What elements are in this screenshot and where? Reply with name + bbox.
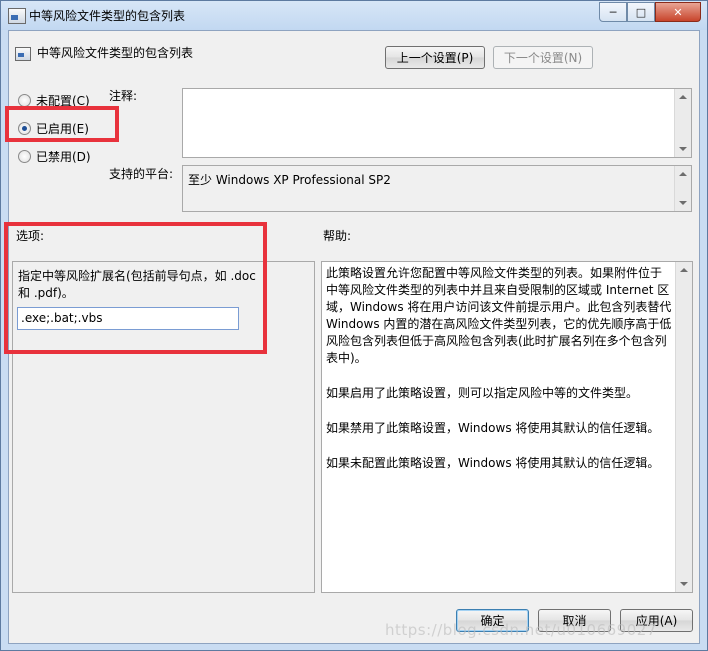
help-paragraph: 此策略设置允许您配置中等风险文件类型的列表。如果附件位于中等风险文件类型的列表中… xyxy=(326,266,672,365)
options-label: 选项: xyxy=(16,229,45,243)
dialog-body: 中等风险文件类型的包含列表 上一个设置(P) 下一个设置(N) 未配置(C) 已… xyxy=(8,30,700,644)
help-paragraph: 如果禁用了此策略设置，Windows 将使用其默认的信任逻辑。 xyxy=(326,421,660,435)
radio-disabled-circle[interactable] xyxy=(18,150,31,163)
watermark-text: https://blog.csdn.net/u010669027 xyxy=(385,621,657,639)
comment-label: 注释: xyxy=(109,89,138,103)
comment-textarea[interactable] xyxy=(182,88,692,158)
radio-enabled-circle[interactable] xyxy=(18,122,31,135)
platform-scroll-up-icon[interactable] xyxy=(679,172,687,176)
previous-setting-button[interactable]: 上一个设置(P) xyxy=(385,46,485,69)
help-scroll-up-icon[interactable] xyxy=(680,268,688,272)
scroll-up-icon[interactable] xyxy=(679,95,687,99)
extensions-input[interactable]: .exe;.bat;.vbs xyxy=(17,307,239,330)
options-description: 指定中等风险扩展名(包括前导句点，如 .doc 和 .pdf)。 xyxy=(18,269,256,300)
help-paragraph: 如果未配置此策略设置，Windows 将使用其默认的信任逻辑。 xyxy=(326,456,660,470)
radio-not-configured[interactable]: 未配置(C) xyxy=(18,92,90,109)
close-icon: ✕ xyxy=(673,5,683,19)
platform-scroll-down-icon[interactable] xyxy=(679,201,687,205)
scroll-down-icon[interactable] xyxy=(679,147,687,151)
minimize-button[interactable]: ─ xyxy=(599,2,627,22)
supported-platform-label: 支持的平台: xyxy=(109,167,174,181)
radio-not-configured-circle[interactable] xyxy=(18,94,31,107)
help-text: 此策略设置允许您配置中等风险文件类型的列表。如果附件位于中等风险文件类型的列表中… xyxy=(326,265,673,490)
extensions-input-value: .exe;.bat;.vbs xyxy=(21,311,103,325)
radio-enabled-label: 已启用(E) xyxy=(36,122,89,136)
radio-enabled[interactable]: 已启用(E) xyxy=(18,120,89,137)
help-scrollbar[interactable] xyxy=(675,262,692,592)
options-panel: 指定中等风险扩展名(包括前导句点，如 .doc 和 .pdf)。 .exe;.b… xyxy=(12,261,315,593)
supported-platform-value: 至少 Windows XP Professional SP2 xyxy=(188,173,391,187)
help-paragraph: 如果启用了此策略设置，则可以指定风险中等的文件类型。 xyxy=(326,386,639,400)
help-scroll-down-icon[interactable] xyxy=(680,582,688,586)
minimize-icon: ─ xyxy=(609,5,617,19)
next-setting-button[interactable]: 下一个设置(N) xyxy=(493,46,593,69)
policy-setting-icon xyxy=(15,47,31,61)
maximize-button[interactable]: □ xyxy=(627,2,655,22)
title-bar[interactable]: 中等风险文件类型的包含列表 ─ □ ✕ xyxy=(1,1,707,30)
radio-not-configured-label: 未配置(C) xyxy=(36,94,90,108)
radio-disabled-label: 已禁用(D) xyxy=(36,150,91,164)
policy-icon xyxy=(8,8,26,24)
policy-dialog-window: 中等风险文件类型的包含列表 ─ □ ✕ 中等风险文件类型的包含列表 上一个设置(… xyxy=(0,0,708,651)
help-panel: 此策略设置允许您配置中等风险文件类型的列表。如果附件位于中等风险文件类型的列表中… xyxy=(321,261,693,593)
window-title: 中等风险文件类型的包含列表 xyxy=(29,9,186,23)
close-button[interactable]: ✕ xyxy=(655,2,701,22)
platform-scrollbar[interactable] xyxy=(674,166,691,211)
comment-scrollbar[interactable] xyxy=(674,89,691,157)
policy-heading: 中等风险文件类型的包含列表 xyxy=(37,46,194,60)
maximize-icon: □ xyxy=(635,5,647,19)
radio-disabled[interactable]: 已禁用(D) xyxy=(18,148,91,165)
help-label: 帮助: xyxy=(323,229,352,243)
supported-platform-box: 至少 Windows XP Professional SP2 xyxy=(182,165,692,212)
